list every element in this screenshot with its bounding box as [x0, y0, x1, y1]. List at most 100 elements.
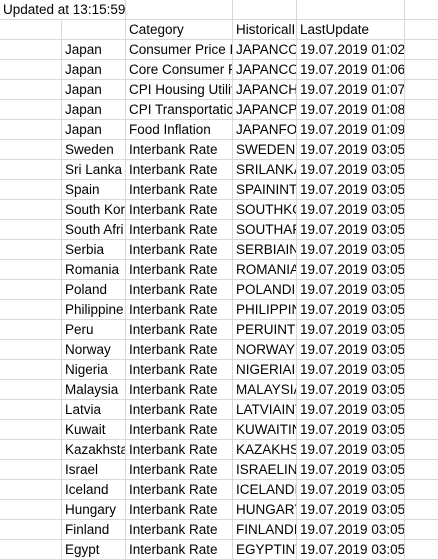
country-cell[interactable]: Sweden: [62, 140, 126, 160]
historical-cell[interactable]: EGYPTINTI: [233, 540, 297, 560]
empty-cell[interactable]: [405, 200, 438, 220]
category-cell[interactable]: Interbank Rate: [126, 460, 233, 480]
blank-cell[interactable]: [0, 460, 62, 480]
category-cell[interactable]: Interbank Rate: [126, 500, 233, 520]
lastupdate-cell[interactable]: 19.07.2019 03:05: [297, 400, 405, 420]
empty-cell[interactable]: [405, 460, 438, 480]
country-cell[interactable]: Iceland: [62, 480, 126, 500]
category-cell[interactable]: Interbank Rate: [126, 140, 233, 160]
category-cell[interactable]: Food Inflation: [126, 120, 233, 140]
lastupdate-cell[interactable]: 19.07.2019 03:05: [297, 380, 405, 400]
historical-cell[interactable]: ROMANIA: [233, 260, 297, 280]
empty-cell[interactable]: [405, 300, 438, 320]
lastupdate-cell[interactable]: 19.07.2019 03:05: [297, 460, 405, 480]
category-cell[interactable]: Interbank Rate: [126, 320, 233, 340]
empty-cell[interactable]: [405, 40, 438, 60]
empty-cell[interactable]: [405, 480, 438, 500]
header-cell-blank[interactable]: [0, 20, 62, 40]
header-cell-historical[interactable]: HistoricalI: [233, 20, 297, 40]
country-cell[interactable]: Israel: [62, 460, 126, 480]
lastupdate-cell[interactable]: 19.07.2019 03:05: [297, 300, 405, 320]
empty-cell[interactable]: [405, 80, 438, 100]
empty-cell[interactable]: [405, 420, 438, 440]
lastupdate-cell[interactable]: 19.07.2019 03:05: [297, 200, 405, 220]
blank-cell[interactable]: [0, 380, 62, 400]
country-cell[interactable]: Spain: [62, 180, 126, 200]
empty-cell[interactable]: [405, 520, 438, 540]
blank-cell[interactable]: [0, 540, 62, 560]
country-cell[interactable]: Romania: [62, 260, 126, 280]
lastupdate-cell[interactable]: 19.07.2019 03:05: [297, 140, 405, 160]
historical-cell[interactable]: SOUTHAFI: [233, 220, 297, 240]
lastupdate-cell[interactable]: 19.07.2019 03:05: [297, 240, 405, 260]
category-cell[interactable]: Interbank Rate: [126, 480, 233, 500]
blank-cell[interactable]: [0, 500, 62, 520]
country-cell[interactable]: Egypt: [62, 540, 126, 560]
blank-cell[interactable]: [0, 240, 62, 260]
category-cell[interactable]: Interbank Rate: [126, 200, 233, 220]
country-cell[interactable]: Kuwait: [62, 420, 126, 440]
historical-cell[interactable]: PHILIPPIN: [233, 300, 297, 320]
lastupdate-cell[interactable]: 19.07.2019 03:05: [297, 520, 405, 540]
lastupdate-cell[interactable]: 19.07.2019 03:05: [297, 280, 405, 300]
empty-cell[interactable]: [405, 360, 438, 380]
blank-cell[interactable]: [0, 80, 62, 100]
blank-cell[interactable]: [0, 420, 62, 440]
lastupdate-cell[interactable]: 19.07.2019 03:05: [297, 160, 405, 180]
country-cell[interactable]: Poland: [62, 280, 126, 300]
country-cell[interactable]: Japan: [62, 60, 126, 80]
country-cell[interactable]: Japan: [62, 40, 126, 60]
country-cell[interactable]: Serbia: [62, 240, 126, 260]
empty-cell[interactable]: [405, 380, 438, 400]
lastupdate-cell[interactable]: 19.07.2019 01:07: [297, 80, 405, 100]
category-cell[interactable]: CPI Housing Utilit: [126, 80, 233, 100]
lastupdate-cell[interactable]: 19.07.2019 03:05: [297, 540, 405, 560]
historical-cell[interactable]: KAZAKHST: [233, 440, 297, 460]
empty-cell[interactable]: [405, 400, 438, 420]
empty-cell[interactable]: [405, 140, 438, 160]
empty-cell[interactable]: [405, 0, 438, 20]
blank-cell[interactable]: [0, 120, 62, 140]
historical-cell[interactable]: POLANDIN: [233, 280, 297, 300]
category-cell[interactable]: Interbank Rate: [126, 240, 233, 260]
historical-cell[interactable]: NORWAYI: [233, 340, 297, 360]
lastupdate-cell[interactable]: 19.07.2019 03:05: [297, 180, 405, 200]
category-cell[interactable]: Interbank Rate: [126, 180, 233, 200]
empty-cell[interactable]: [233, 0, 297, 20]
empty-cell[interactable]: [405, 100, 438, 120]
lastupdate-cell[interactable]: 19.07.2019 01:08: [297, 100, 405, 120]
lastupdate-cell[interactable]: 19.07.2019 03:05: [297, 360, 405, 380]
lastupdate-cell[interactable]: 19.07.2019 03:05: [297, 420, 405, 440]
category-cell[interactable]: Core Consumer P: [126, 60, 233, 80]
empty-cell[interactable]: [405, 280, 438, 300]
historical-cell[interactable]: JAPANCOI: [233, 60, 297, 80]
blank-cell[interactable]: [0, 200, 62, 220]
blank-cell[interactable]: [0, 40, 62, 60]
country-cell[interactable]: Norway: [62, 340, 126, 360]
lastupdate-cell[interactable]: 19.07.2019 03:05: [297, 440, 405, 460]
historical-cell[interactable]: SWEDENIN: [233, 140, 297, 160]
historical-cell[interactable]: MALAYSIA: [233, 380, 297, 400]
empty-cell[interactable]: [405, 220, 438, 240]
empty-cell[interactable]: [405, 20, 438, 40]
country-cell[interactable]: South Kor: [62, 200, 126, 220]
blank-cell[interactable]: [0, 280, 62, 300]
lastupdate-cell[interactable]: 19.07.2019 01:06: [297, 60, 405, 80]
empty-cell[interactable]: [405, 340, 438, 360]
historical-cell[interactable]: PERUINTR: [233, 320, 297, 340]
category-cell[interactable]: Interbank Rate: [126, 400, 233, 420]
category-cell[interactable]: Interbank Rate: [126, 340, 233, 360]
category-cell[interactable]: Interbank Rate: [126, 440, 233, 460]
blank-cell[interactable]: [0, 400, 62, 420]
lastupdate-cell[interactable]: 19.07.2019 03:05: [297, 220, 405, 240]
lastupdate-cell[interactable]: 19.07.2019 01:02: [297, 40, 405, 60]
lastupdate-cell[interactable]: 19.07.2019 03:05: [297, 340, 405, 360]
empty-cell[interactable]: [405, 320, 438, 340]
category-cell[interactable]: Interbank Rate: [126, 520, 233, 540]
lastupdate-cell[interactable]: 19.07.2019 03:05: [297, 260, 405, 280]
historical-cell[interactable]: JAPANCOI: [233, 40, 297, 60]
category-cell[interactable]: Consumer Price I: [126, 40, 233, 60]
historical-cell[interactable]: SERBIAINT: [233, 240, 297, 260]
header-cell-lastupdate[interactable]: LastUpdate: [297, 20, 405, 40]
empty-cell[interactable]: [405, 60, 438, 80]
